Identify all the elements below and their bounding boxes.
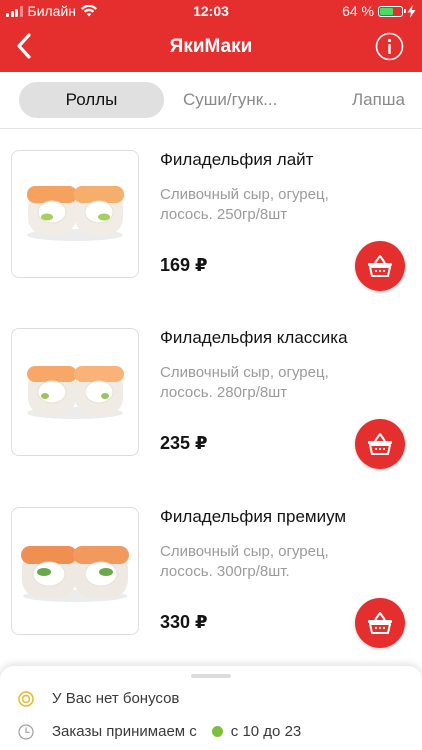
status-right: 64 % xyxy=(342,3,416,19)
hours-row: Заказы принимаем с с 10 до 23 xyxy=(18,723,301,740)
info-icon xyxy=(375,32,404,61)
product-name: Филадельфия лайт xyxy=(160,150,314,169)
product-price: 169 ₽ xyxy=(160,255,208,275)
tab-noodles[interactable]: Лапша xyxy=(352,82,405,118)
product-description: Сливочный сыр, огурец, лосось. 280гр/8шт xyxy=(160,363,360,403)
page-title: ЯкиМаки xyxy=(169,36,253,57)
product-image[interactable] xyxy=(11,150,139,278)
product-description-line: лосось. 300гр/8шт. xyxy=(160,563,290,580)
product-description: Сливочный сыр, огурец, лосось. 300гр/8шт… xyxy=(160,542,360,582)
battery-level xyxy=(380,7,393,15)
bonus-text: У Вас нет бонусов xyxy=(52,690,180,707)
charging-bolt-icon xyxy=(407,4,416,18)
basket-icon xyxy=(368,612,392,634)
working-hours: с 10 до 23 xyxy=(230,723,302,740)
product-card[interactable]: Филадельфия премиум Сливочный сыр, огуре… xyxy=(0,507,422,685)
product-image[interactable] xyxy=(11,328,139,456)
product-price: 235 ₽ xyxy=(160,433,208,453)
product-image[interactable] xyxy=(11,507,139,635)
basket-icon xyxy=(368,255,392,277)
product-card[interactable]: Филадельфия классика Сливочный сыр, огур… xyxy=(0,328,422,506)
info-sheet: У Вас нет бонусов Заказы принимаем с с 1… xyxy=(0,666,422,750)
add-to-cart-button[interactable] xyxy=(355,598,405,648)
product-card[interactable]: Филадельфия лайт Сливочный сыр, огурец, … xyxy=(0,150,422,328)
status-bar: Билайн 12:03 64 % xyxy=(0,0,422,22)
basket-icon xyxy=(368,433,392,455)
product-name: Филадельфия классика xyxy=(160,328,348,347)
tab-rolls[interactable]: Роллы xyxy=(19,82,164,118)
sushi-roll-image xyxy=(21,546,129,602)
open-status-dot xyxy=(211,726,223,737)
info-button[interactable] xyxy=(375,32,404,61)
battery-icon xyxy=(378,5,406,17)
bonus-row: У Вас нет бонусов xyxy=(18,690,179,707)
product-name: Филадельфия премиум xyxy=(160,507,347,526)
coin-icon xyxy=(18,690,34,707)
sushi-roll-image xyxy=(27,186,124,241)
sheet-drag-handle[interactable] xyxy=(191,674,231,678)
sushi-roll-image xyxy=(27,366,124,419)
product-description-line: Сливочный сыр, огурец, xyxy=(160,543,329,560)
product-price: 330 ₽ xyxy=(160,612,208,632)
clock-icon xyxy=(18,723,34,740)
category-tabs: Роллы Суши/гунк... Лапша xyxy=(0,72,422,129)
orders-text: Заказы принимаем с xyxy=(52,723,197,740)
product-description-line: лосось. 280гр/8шт xyxy=(160,384,288,401)
product-description: Сливочный сыр, огурец, лосось. 250гр/8шт xyxy=(160,185,360,225)
product-description-line: лосось. 250гр/8шт xyxy=(160,206,288,223)
product-description-line: Сливочный сыр, огурец, xyxy=(160,186,329,203)
battery-percent: 64 % xyxy=(342,3,374,19)
add-to-cart-button[interactable] xyxy=(355,419,405,469)
tab-sushi[interactable]: Суши/гунк... xyxy=(183,82,277,118)
product-description-line: Сливочный сыр, огурец, xyxy=(160,364,329,381)
add-to-cart-button[interactable] xyxy=(355,241,405,291)
nav-bar: ЯкиМаки xyxy=(0,22,422,72)
